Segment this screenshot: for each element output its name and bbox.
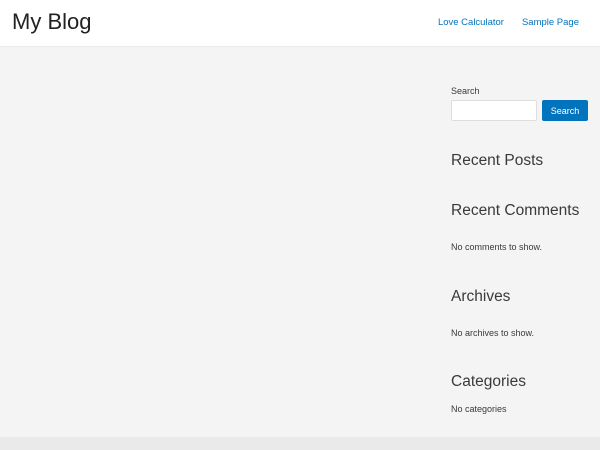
search-input[interactable] <box>451 100 537 121</box>
search-label: Search <box>451 86 480 96</box>
categories-title: Categories <box>451 373 526 390</box>
main-content <box>0 47 440 437</box>
search-button[interactable]: Search <box>542 100 588 121</box>
primary-nav: Love Calculator Sample Page <box>438 17 579 28</box>
site-footer <box>0 437 600 450</box>
site-title[interactable]: My Blog <box>12 9 91 35</box>
nav-link-love-calculator[interactable]: Love Calculator <box>438 17 504 28</box>
archives-title: Archives <box>451 288 511 305</box>
recent-comments-empty-text: No comments to show. <box>451 242 543 252</box>
sidebar: Search Search Recent Posts Recent Commen… <box>451 47 591 437</box>
site-header: My Blog Love Calculator Sample Page <box>0 0 600 47</box>
nav-link-sample-page[interactable]: Sample Page <box>522 17 579 28</box>
recent-comments-title: Recent Comments <box>451 202 580 219</box>
categories-empty-text: No categories <box>451 404 507 414</box>
recent-posts-title: Recent Posts <box>451 152 544 169</box>
archives-empty-text: No archives to show. <box>451 328 535 338</box>
